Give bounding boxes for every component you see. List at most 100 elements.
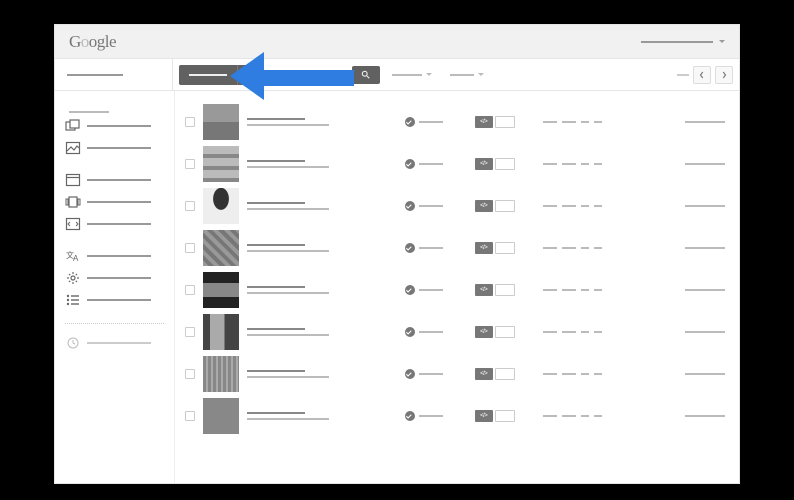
row-status bbox=[405, 369, 467, 379]
row-date bbox=[543, 121, 613, 123]
thumbnail[interactable] bbox=[203, 398, 239, 434]
row-meta bbox=[621, 205, 725, 207]
row-checkbox[interactable] bbox=[185, 369, 195, 379]
row-meta bbox=[621, 373, 725, 375]
row-meta bbox=[621, 163, 725, 165]
chevron-down-icon bbox=[241, 73, 247, 76]
check-icon bbox=[405, 369, 415, 379]
row-type: </> bbox=[475, 284, 535, 296]
code-chip-icon: </> bbox=[475, 200, 493, 212]
primary-button-dropdown[interactable] bbox=[237, 65, 249, 85]
row-name bbox=[247, 118, 347, 126]
check-icon bbox=[405, 285, 415, 295]
thumbnail[interactable] bbox=[203, 104, 239, 140]
sidebar-item-tasks[interactable] bbox=[65, 291, 164, 309]
row-status bbox=[405, 117, 467, 127]
sidebar-item-media[interactable] bbox=[65, 193, 164, 211]
chevron-down-icon bbox=[719, 40, 725, 43]
check-icon bbox=[405, 159, 415, 169]
row-type: </> bbox=[475, 242, 535, 254]
row-name bbox=[247, 202, 347, 210]
row-checkbox[interactable] bbox=[185, 117, 195, 127]
thumbnail[interactable] bbox=[203, 230, 239, 266]
row-status bbox=[405, 243, 467, 253]
row-status bbox=[405, 159, 467, 169]
thumbnail[interactable] bbox=[203, 356, 239, 392]
table-row[interactable]: </> bbox=[185, 269, 725, 311]
chevron-right-icon bbox=[721, 71, 727, 79]
code-icon bbox=[65, 217, 81, 231]
row-name bbox=[247, 244, 347, 252]
row-type: </> bbox=[475, 326, 535, 338]
table-row[interactable]: </> bbox=[185, 185, 725, 227]
row-meta bbox=[621, 121, 725, 123]
check-icon bbox=[405, 117, 415, 127]
filter-b[interactable] bbox=[444, 66, 490, 84]
code-chip-icon: </> bbox=[475, 116, 493, 128]
row-date bbox=[543, 205, 613, 207]
row-meta bbox=[621, 415, 725, 417]
row-type: </> bbox=[475, 200, 535, 212]
table-row[interactable]: </> bbox=[185, 353, 725, 395]
check-icon bbox=[405, 243, 415, 253]
row-checkbox[interactable] bbox=[185, 327, 195, 337]
table-row[interactable]: </> bbox=[185, 395, 725, 437]
toolbar bbox=[55, 59, 739, 91]
table-row[interactable]: </> bbox=[185, 311, 725, 353]
row-checkbox[interactable] bbox=[185, 159, 195, 169]
row-checkbox[interactable] bbox=[185, 285, 195, 295]
filter-a[interactable] bbox=[386, 66, 438, 84]
page-indicator bbox=[677, 74, 689, 76]
sidebar-item-languages[interactable]: 文A bbox=[65, 247, 164, 265]
page-prev-button[interactable] bbox=[693, 66, 711, 84]
section-selector[interactable] bbox=[55, 59, 173, 90]
row-date bbox=[543, 289, 613, 291]
thumbnail[interactable] bbox=[203, 188, 239, 224]
gear-icon bbox=[65, 271, 81, 285]
sidebar-heading bbox=[69, 111, 109, 113]
sidebar-item-snippets[interactable] bbox=[65, 215, 164, 233]
row-date bbox=[543, 331, 613, 333]
row-checkbox[interactable] bbox=[185, 411, 195, 421]
sidebar: 文A bbox=[55, 91, 175, 483]
row-type: </> bbox=[475, 368, 535, 380]
thumbnail[interactable] bbox=[203, 272, 239, 308]
row-checkbox[interactable] bbox=[185, 201, 195, 211]
code-chip-icon: </> bbox=[475, 410, 493, 422]
code-chip-icon: </> bbox=[475, 368, 493, 380]
table-row[interactable]: </> bbox=[185, 227, 725, 269]
thumbnail[interactable] bbox=[203, 146, 239, 182]
app-window: Google bbox=[54, 24, 740, 484]
code-chip-icon: </> bbox=[475, 284, 493, 296]
sidebar-item-settings[interactable] bbox=[65, 269, 164, 287]
row-date bbox=[543, 247, 613, 249]
search-button[interactable] bbox=[352, 66, 380, 84]
code-chip-icon: </> bbox=[475, 242, 493, 254]
row-name bbox=[247, 328, 347, 336]
row-meta bbox=[621, 289, 725, 291]
row-name bbox=[247, 160, 347, 168]
primary-button-main[interactable] bbox=[179, 65, 237, 85]
sidebar-item-pages[interactable] bbox=[65, 171, 164, 189]
row-type: </> bbox=[475, 116, 535, 128]
row-meta bbox=[621, 331, 725, 333]
row-type: </> bbox=[475, 410, 535, 422]
row-name bbox=[247, 370, 347, 378]
row-date bbox=[543, 163, 613, 165]
row-name bbox=[247, 286, 347, 294]
account-menu[interactable] bbox=[641, 41, 713, 43]
list-icon bbox=[65, 293, 81, 307]
table-row[interactable]: </> bbox=[185, 101, 725, 143]
translate-icon: 文A bbox=[65, 249, 81, 263]
sidebar-item-help[interactable] bbox=[65, 334, 164, 352]
row-meta bbox=[621, 247, 725, 249]
thumbnail[interactable] bbox=[203, 314, 239, 350]
code-chip-icon: </> bbox=[475, 158, 493, 170]
sidebar-item-images[interactable] bbox=[65, 139, 164, 157]
page-next-button[interactable] bbox=[715, 66, 733, 84]
table-row[interactable]: </> bbox=[185, 143, 725, 185]
frames-icon bbox=[65, 195, 81, 209]
sidebar-item-posts[interactable] bbox=[65, 117, 164, 135]
row-checkbox[interactable] bbox=[185, 243, 195, 253]
primary-button[interactable] bbox=[179, 65, 249, 85]
